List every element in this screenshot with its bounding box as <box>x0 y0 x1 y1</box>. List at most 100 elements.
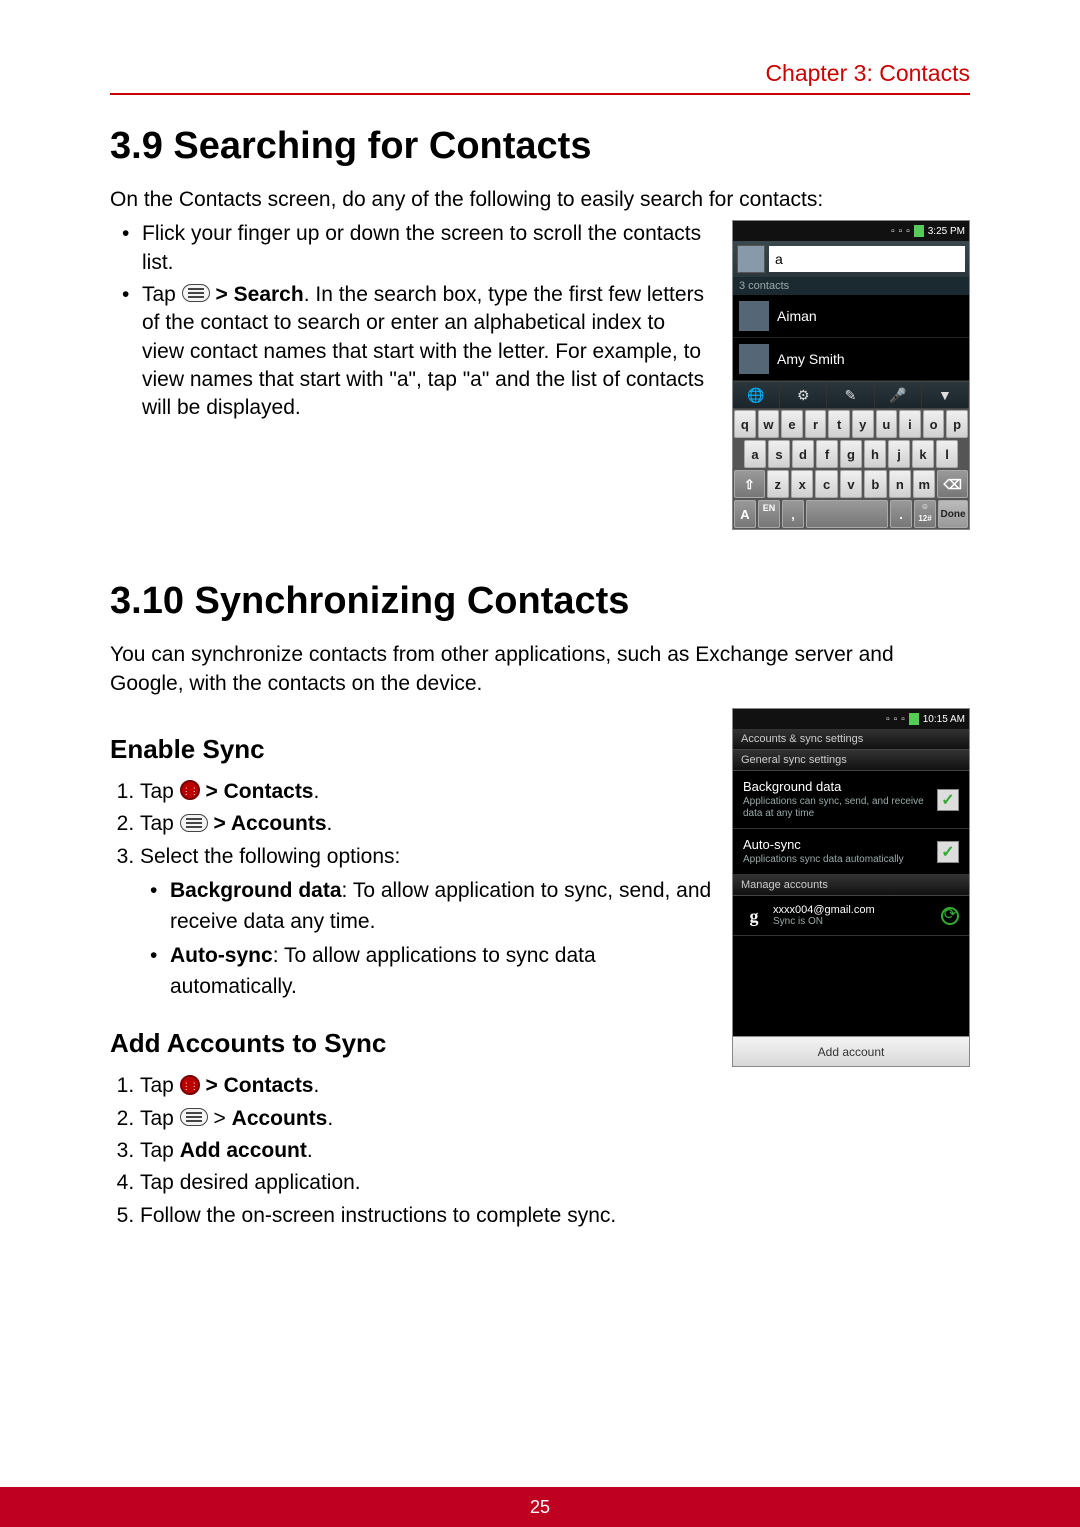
key-o[interactable]: o <box>923 410 945 438</box>
key-f[interactable]: f <box>816 440 838 468</box>
collapse-icon[interactable]: ▼ <box>922 382 969 408</box>
key-t[interactable]: t <box>828 410 850 438</box>
status-icon: ▫ <box>894 714 898 725</box>
onscreen-keyboard: q w e r t y u i o p a s d f g h <box>733 409 969 529</box>
key-y[interactable]: y <box>852 410 874 438</box>
step-bold: > Contacts <box>206 780 314 803</box>
contact-avatar-icon <box>739 344 769 374</box>
key-s[interactable]: s <box>768 440 790 468</box>
add-accounts-heading: Add Accounts to Sync <box>110 1028 712 1059</box>
key-m[interactable]: m <box>913 470 935 498</box>
key-p[interactable]: p <box>946 410 968 438</box>
gear-icon[interactable]: ⚙ <box>780 382 827 408</box>
key-r[interactable]: r <box>805 410 827 438</box>
option-label: Auto-sync <box>170 944 273 967</box>
search-input[interactable]: a <box>769 246 965 272</box>
chapter-title: Chapter 3: Contacts <box>765 60 970 87</box>
key-q[interactable]: q <box>734 410 756 438</box>
contact-name: Aiman <box>777 308 817 324</box>
contact-row[interactable]: Aiman <box>733 295 969 338</box>
menu-lines-icon <box>180 814 208 832</box>
step-bold: > Accounts <box>214 812 327 835</box>
step-bold: > Contacts <box>206 1074 314 1097</box>
auto-sync-row[interactable]: Auto-sync Applications sync data automat… <box>733 829 969 875</box>
bullet-search-pre: Tap <box>142 283 182 306</box>
checkbox-checked-icon[interactable]: ✓ <box>937 841 959 863</box>
contact-name: Amy Smith <box>777 351 845 367</box>
key-w[interactable]: w <box>758 410 780 438</box>
key-d[interactable]: d <box>792 440 814 468</box>
ime-toolbar: 🌐 ⚙ ✎ 🎤 ▼ <box>733 381 969 409</box>
battery-icon <box>909 713 919 725</box>
key-i[interactable]: i <box>899 410 921 438</box>
status-icon: ▫ <box>901 714 905 725</box>
key-mode[interactable]: A <box>734 500 756 528</box>
status-time: 3:25 PM <box>928 226 965 237</box>
key-l[interactable]: l <box>936 440 958 468</box>
contact-avatar-icon <box>739 301 769 331</box>
section-3-9-title: 3.9 Searching for Contacts <box>110 125 970 168</box>
enable-sync-step-2: Tap > Accounts. <box>140 809 712 839</box>
key-u[interactable]: u <box>876 410 898 438</box>
mic-icon[interactable]: 🎤 <box>875 382 922 408</box>
status-bar: ▫ ▫ ▫ 10:15 AM <box>733 709 969 729</box>
search-row: a <box>733 241 969 277</box>
key-a[interactable]: a <box>744 440 766 468</box>
contact-row[interactable]: Amy Smith <box>733 338 969 381</box>
app-grid-icon <box>180 780 200 800</box>
contacts-search-screenshot: ▫ ▫ ▫ 3:25 PM a 3 contacts Aiman Amy Smi… <box>732 220 970 530</box>
key-backspace[interactable]: ⌫ <box>937 470 968 498</box>
key-b[interactable]: b <box>864 470 886 498</box>
status-bar: ▫ ▫ ▫ 3:25 PM <box>733 221 969 241</box>
enable-sync-options: Background data: To allow application to… <box>140 876 712 1002</box>
key-e[interactable]: e <box>781 410 803 438</box>
key-done[interactable]: Done <box>938 500 968 528</box>
step-bold: Add account <box>180 1139 307 1162</box>
battery-icon <box>914 225 924 237</box>
section-3-10-intro: You can synchronize contacts from other … <box>110 641 970 698</box>
add-account-button[interactable]: Add account <box>733 1036 969 1066</box>
section-3-9-intro: On the Contacts screen, do any of the fo… <box>110 186 970 214</box>
page-footer: 25 <box>0 1487 1080 1527</box>
enable-sync-step-3: Select the following options: Background… <box>140 842 712 1002</box>
key-g[interactable]: g <box>840 440 862 468</box>
key-k[interactable]: k <box>912 440 934 468</box>
key-lang[interactable]: EN <box>758 500 780 528</box>
add-accounts-step-3: Tap Add account. <box>140 1136 712 1166</box>
key-c[interactable]: c <box>815 470 837 498</box>
key-v[interactable]: v <box>840 470 862 498</box>
checkbox-checked-icon[interactable]: ✓ <box>937 789 959 811</box>
key-h[interactable]: h <box>864 440 886 468</box>
app-grid-icon <box>180 1075 200 1095</box>
enable-sync-steps: Tap > Contacts. Tap > Accounts. Select t… <box>110 777 712 1002</box>
edit-icon[interactable]: ✎ <box>827 382 874 408</box>
background-data-row[interactable]: Background data Applications can sync, s… <box>733 771 969 829</box>
key-z[interactable]: z <box>767 470 789 498</box>
key-space[interactable] <box>806 500 888 528</box>
key-period[interactable]: . <box>890 500 912 528</box>
sync-settings-screenshot: ▫ ▫ ▫ 10:15 AM Accounts & sync settings … <box>732 708 970 1067</box>
step-text: Tap <box>140 780 180 803</box>
manage-accounts-header: Manage accounts <box>733 875 969 896</box>
add-accounts-step-4: Tap desired application. <box>140 1168 712 1198</box>
key-j[interactable]: j <box>888 440 910 468</box>
key-shift[interactable]: ⇧ <box>734 470 765 498</box>
add-accounts-steps: Tap > Contacts. Tap > Accounts. Tap Add … <box>110 1071 712 1231</box>
step-text: Select the following options: <box>140 845 400 868</box>
status-time: 10:15 AM <box>923 714 965 725</box>
key-n[interactable]: n <box>889 470 911 498</box>
bullet-search: Tap > Search. In the search box, type th… <box>142 281 712 423</box>
step-text: Tap <box>140 1107 180 1130</box>
setting-subtitle: Applications can sync, send, and receive… <box>743 796 937 820</box>
globe-icon[interactable]: 🌐 <box>733 382 780 408</box>
step-text: Tap <box>140 1139 180 1162</box>
sync-on-icon <box>941 907 959 925</box>
account-row[interactable]: g xxxx004@gmail.com Sync is ON <box>733 896 969 936</box>
key-x[interactable]: x <box>791 470 813 498</box>
account-status: Sync is ON <box>773 916 933 927</box>
key-comma[interactable]: , <box>782 500 804 528</box>
option-auto-sync: Auto-sync: To allow applications to sync… <box>170 941 712 1002</box>
menu-lines-icon <box>182 284 210 302</box>
status-icon: ▫ <box>899 226 903 237</box>
key-emoji-sym[interactable]: ☺ 12# <box>914 500 936 528</box>
